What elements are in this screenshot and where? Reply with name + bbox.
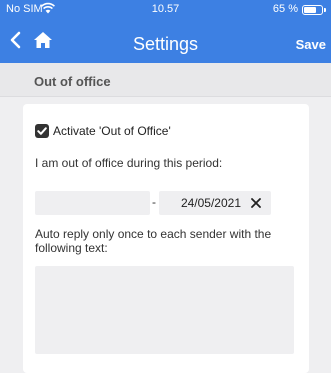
date-from-input[interactable] <box>35 191 150 215</box>
nav-bar: Settings Save <box>0 21 331 63</box>
battery-level-fill <box>304 7 317 13</box>
period-label: I am out of office during this period: <box>35 156 223 170</box>
section-header: Out of office <box>0 63 331 97</box>
app-header: No SIM 10.57 65 % Settings Save <box>0 0 331 63</box>
out-of-office-card: Activate 'Out of Office' I am out of off… <box>23 104 309 373</box>
save-button[interactable]: Save <box>296 37 326 52</box>
date-to-value: 24/05/2021 <box>180 196 241 210</box>
page-title: Settings <box>132 34 199 54</box>
battery-percent: 65 % <box>272 3 298 15</box>
date-to-input[interactable]: 24/05/2021 <box>159 191 271 215</box>
battery-icon <box>302 5 326 15</box>
section-title: Out of office <box>34 74 111 89</box>
checkmark-icon <box>37 127 47 135</box>
clear-date-icon[interactable] <box>250 197 262 209</box>
activate-label: Activate 'Out of Office' <box>53 124 171 138</box>
auto-reply-textarea[interactable] <box>35 266 294 354</box>
activate-checkbox[interactable] <box>35 124 49 138</box>
auto-reply-label: Auto reply only once to each sender with… <box>35 227 272 255</box>
status-bar: No SIM 10.57 65 % <box>0 0 331 19</box>
date-separator: - <box>152 195 156 209</box>
